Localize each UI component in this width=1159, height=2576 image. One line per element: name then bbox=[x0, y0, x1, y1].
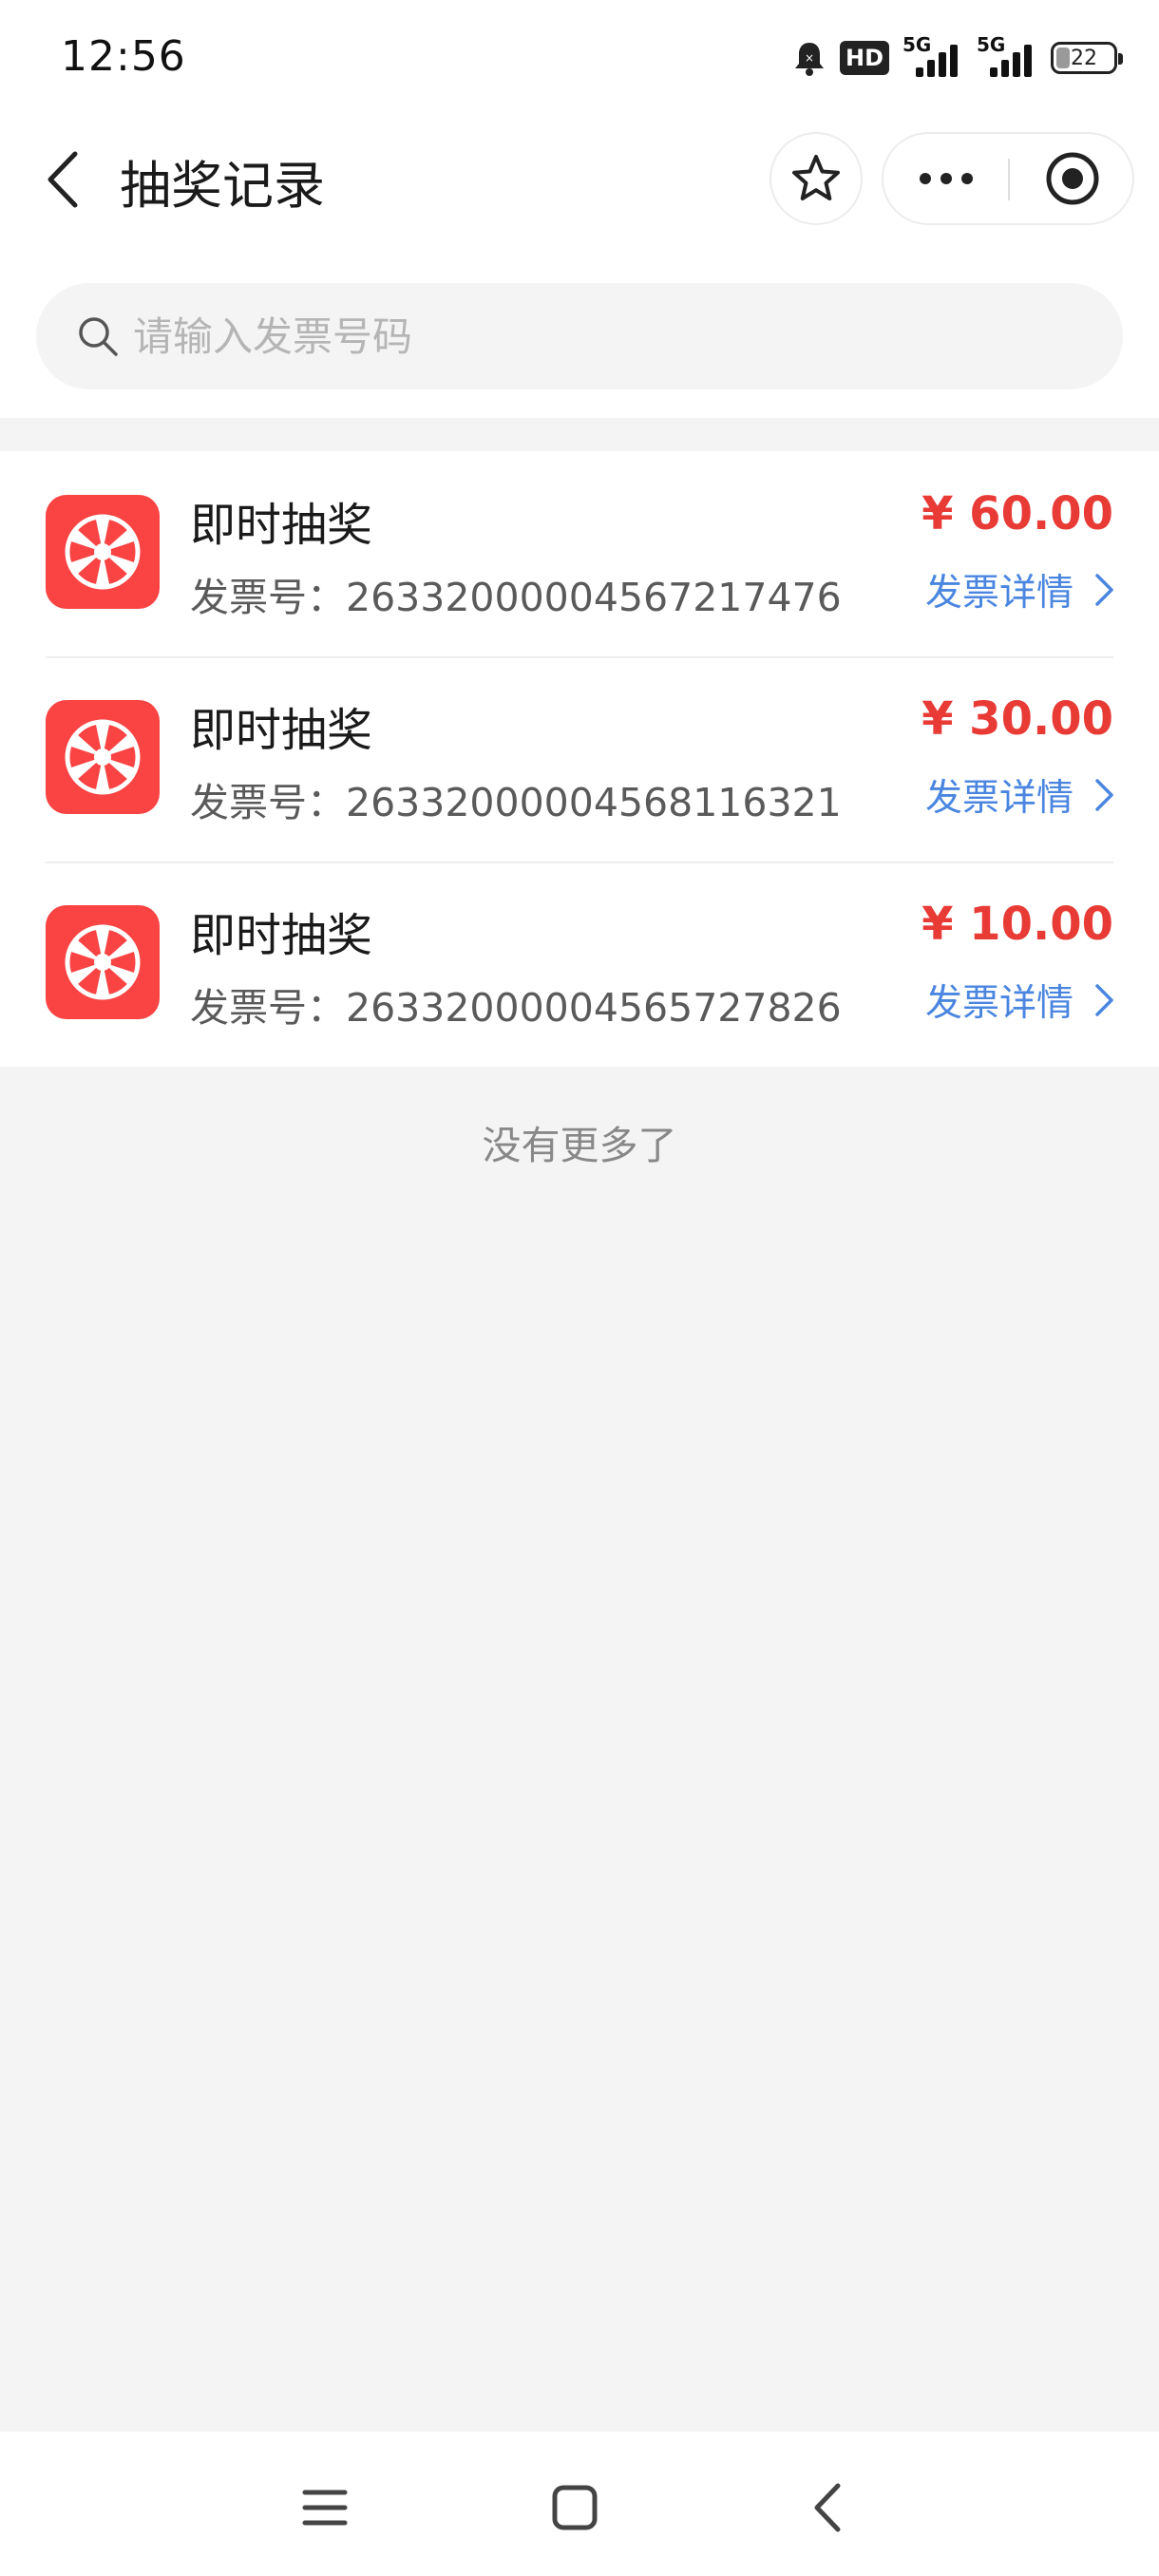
prize-amount: ¥ 10.00 bbox=[922, 898, 1113, 951]
prize-amount: ¥ 60.00 bbox=[922, 487, 1113, 540]
recent-apps-button[interactable] bbox=[277, 2460, 372, 2555]
battery-level: 22 bbox=[1071, 46, 1097, 70]
invoice-detail-link[interactable]: 发票详情 bbox=[925, 563, 1115, 616]
invoice-value: 26332000004567217476 bbox=[346, 575, 842, 620]
invoice-detail-link[interactable]: 发票详情 bbox=[925, 768, 1115, 822]
capsule-divider bbox=[1008, 159, 1010, 200]
invoice-detail-link[interactable]: 发票详情 bbox=[925, 974, 1115, 1027]
battery-icon: 22 bbox=[1051, 42, 1123, 74]
home-button[interactable] bbox=[527, 2460, 622, 2555]
invoice-detail-label: 发票详情 bbox=[924, 982, 1074, 1025]
more-dots-icon bbox=[920, 173, 931, 184]
favorite-button[interactable] bbox=[770, 132, 863, 225]
search-input[interactable] bbox=[133, 313, 1083, 360]
search-bar bbox=[36, 283, 1123, 389]
status-icons: × HD 5G 5G 22 bbox=[792, 33, 1123, 82]
signal-icon: 5G bbox=[902, 33, 963, 79]
target-icon bbox=[1046, 152, 1099, 205]
page-title: 抽奖记录 bbox=[120, 156, 325, 216]
invoice-detail-label: 发票详情 bbox=[924, 572, 1074, 615]
invoice-value: 26332000004565727826 bbox=[346, 985, 842, 1031]
system-navigation-bar bbox=[0, 2432, 1159, 2576]
record-title: 即时抽奖 bbox=[190, 909, 373, 962]
record-list: 即时抽奖 发票号：26332000004567217476 ¥ 60.00 发票… bbox=[0, 451, 1159, 1067]
svg-text:×: × bbox=[805, 51, 814, 65]
lottery-wheel-icon bbox=[46, 495, 160, 609]
home-square-icon bbox=[552, 2485, 598, 2530]
hd-badge: HD bbox=[839, 41, 889, 75]
record-title: 即时抽奖 bbox=[190, 499, 373, 552]
chevron-right-icon bbox=[1095, 984, 1113, 1016]
invoice-detail-label: 发票详情 bbox=[924, 777, 1074, 820]
star-icon bbox=[792, 155, 840, 200]
mini-program-capsule bbox=[882, 132, 1134, 225]
prize-amount: ¥ 30.00 bbox=[922, 692, 1113, 746]
record-title: 即时抽奖 bbox=[190, 704, 373, 757]
invoice-label: 发票号： bbox=[190, 575, 346, 620]
back-button[interactable] bbox=[28, 142, 95, 218]
more-button[interactable] bbox=[884, 134, 1009, 223]
invoice-label: 发票号： bbox=[190, 985, 346, 1031]
record-item[interactable]: 即时抽奖 发票号：26332000004567217476 ¥ 60.00 发票… bbox=[0, 451, 1159, 656]
notification-bell-icon: × bbox=[794, 43, 824, 76]
invoice-label: 发票号： bbox=[190, 780, 346, 825]
back-arrow-icon bbox=[814, 2483, 841, 2532]
search-icon bbox=[79, 317, 118, 356]
system-back-button[interactable] bbox=[779, 2460, 874, 2555]
signal-icon: 5G bbox=[977, 33, 1037, 79]
record-item[interactable]: 即时抽奖 发票号：26332000004568116321 ¥ 30.00 发票… bbox=[0, 656, 1159, 862]
no-more-text: 没有更多了 bbox=[482, 1123, 677, 1168]
lottery-wheel-icon bbox=[46, 905, 160, 1019]
nav-bar: 抽奖记录 bbox=[0, 119, 1159, 242]
invoice-number: 发票号：26332000004567217476 bbox=[190, 565, 842, 622]
menu-icon bbox=[302, 2490, 348, 2526]
invoice-number: 发票号：26332000004568116321 bbox=[190, 770, 842, 827]
invoice-value: 26332000004568116321 bbox=[346, 780, 842, 825]
lottery-wheel-icon bbox=[46, 700, 160, 814]
chevron-right-icon bbox=[1095, 574, 1113, 606]
chevron-left-icon bbox=[48, 151, 78, 208]
status-time: 12:56 bbox=[61, 32, 186, 81]
chevron-right-icon bbox=[1095, 779, 1113, 811]
close-mini-program-button[interactable] bbox=[1011, 134, 1134, 223]
invoice-number: 发票号：26332000004565727826 bbox=[190, 975, 842, 1032]
status-bar: 12:56 × HD 5G 5G 22 bbox=[0, 0, 1159, 119]
record-item[interactable]: 即时抽奖 发票号：26332000004565727826 ¥ 10.00 发票… bbox=[0, 862, 1159, 1067]
